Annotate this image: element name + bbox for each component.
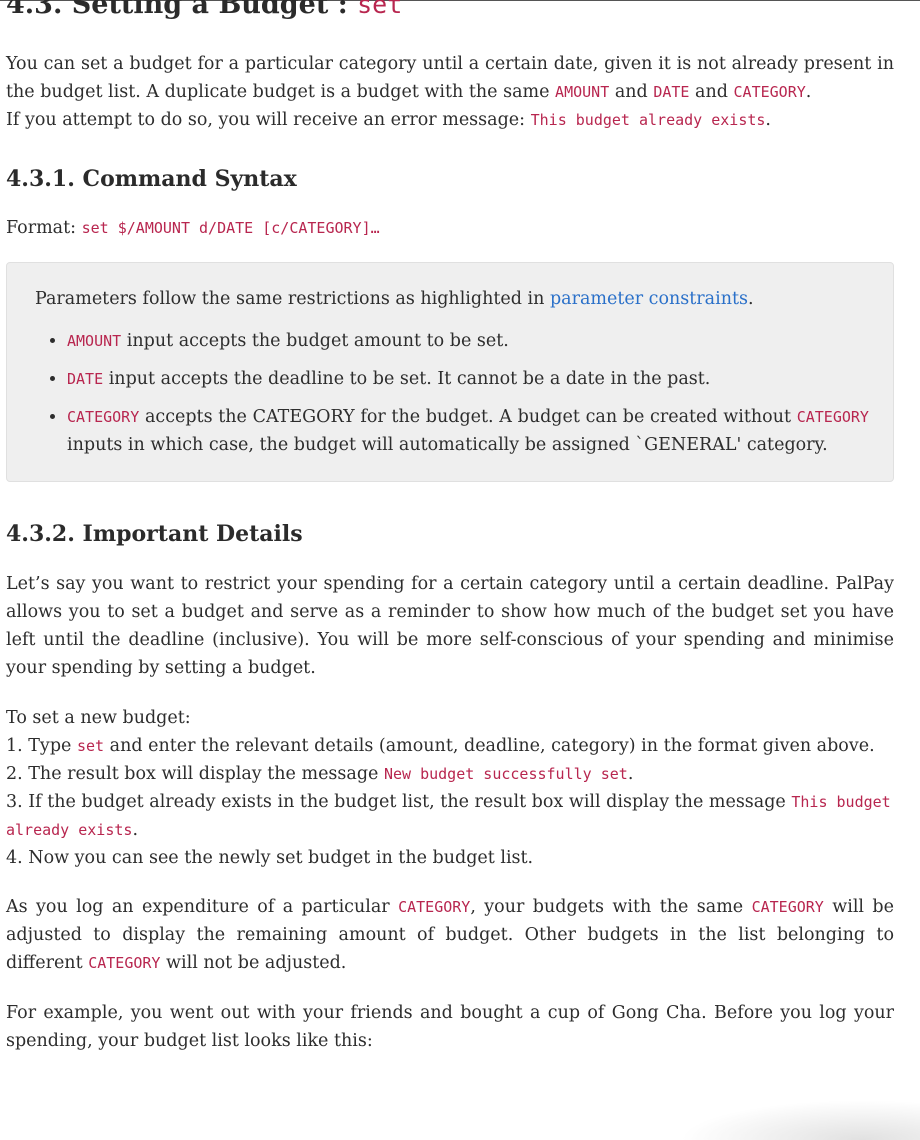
syntax-heading: 4.3.1. Command Syntax xyxy=(6,166,297,192)
intro-paragraph: You can set a budget for a particular ca… xyxy=(6,54,894,130)
example-paragraph: For example, you went out with your frie… xyxy=(6,1003,894,1051)
list-item: DATE input accepts the deadline to be se… xyxy=(67,365,869,393)
list-item: AMOUNT input accepts the budget amount t… xyxy=(67,327,869,355)
parameter-constraints-link[interactable]: parameter constraints xyxy=(550,289,748,309)
steps-list: To set a new budget: 1. Type set and ent… xyxy=(6,704,894,872)
step-4: 4. Now you can see the newly set budget … xyxy=(6,848,534,868)
list-item: CATEGORY accepts the CATEGORY for the bu… xyxy=(67,403,869,459)
step-1: 1. Type set and enter the relevant detai… xyxy=(6,736,875,756)
steps-intro: To set a new budget: xyxy=(6,708,191,728)
format-line: Format: set $/AMOUNT d/DATE [c/CATEGORY]… xyxy=(6,218,380,238)
details-paragraph: Let’s say you want to restrict your spen… xyxy=(6,574,894,678)
section-command: set xyxy=(357,0,403,19)
code-date: DATE xyxy=(653,83,690,101)
corner-shadow xyxy=(680,1100,920,1140)
note-box: Parameters follow the same restrictions … xyxy=(6,262,894,482)
details-heading: 4.3.2. Important Details xyxy=(6,521,303,547)
section-heading: 4.3. Setting a Budget : set xyxy=(6,0,402,20)
code-category: CATEGORY xyxy=(733,83,806,101)
code-amount: AMOUNT xyxy=(555,83,610,101)
step-3: 3. If the budget already exists in the b… xyxy=(6,792,891,840)
format-code: set $/AMOUNT d/DATE [c/CATEGORY]…​ xyxy=(81,219,380,237)
code-error-message: This budget already exists xyxy=(530,111,766,129)
section-title: 4.3. Setting a Budget : xyxy=(6,0,348,20)
step-2: 2. The result box will display the messa… xyxy=(6,764,634,784)
category-paragraph: As you log an expenditure of a particula… xyxy=(6,897,894,973)
parameter-list: AMOUNT input accepts the budget amount t… xyxy=(35,327,893,459)
